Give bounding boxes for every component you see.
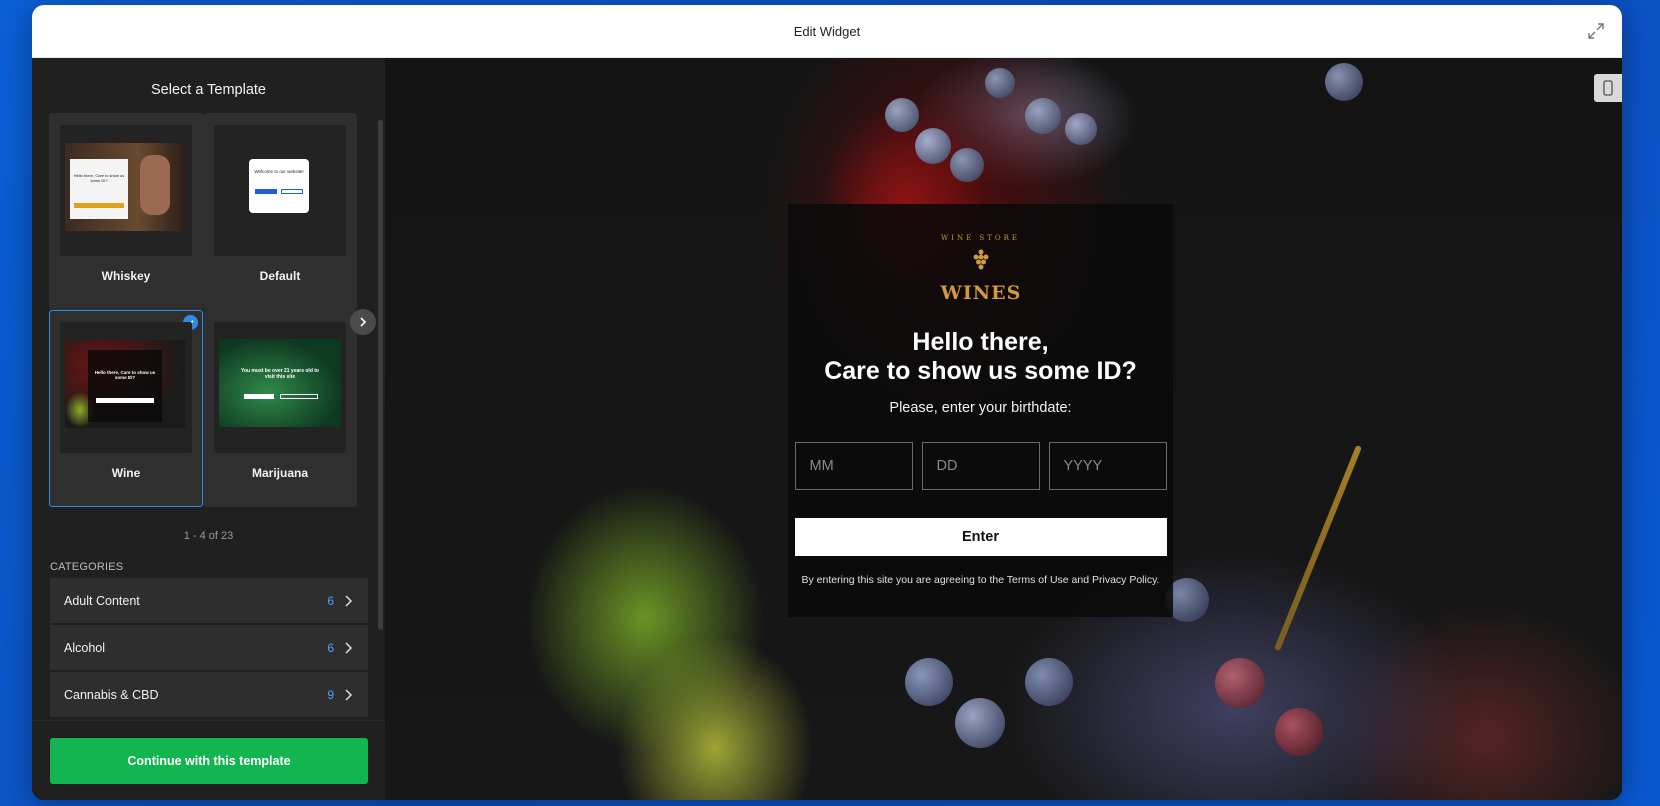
expand-button[interactable] — [1584, 19, 1608, 43]
chevron-right-icon — [345, 688, 353, 701]
chevron-right-icon — [345, 641, 353, 654]
thumb-text: You must be over 21 years old to visit t… — [241, 368, 319, 380]
expand-icon — [1588, 23, 1604, 39]
template-thumbnail: Hello there, Care to show us some ID? — [60, 125, 192, 256]
edit-widget-window: Edit Widget Select a Template Hello ther… — [32, 5, 1622, 800]
grape-cluster-icon — [973, 249, 988, 270]
background-image-grape — [1065, 113, 1097, 145]
pagination-label: 1 - 4 of 23 — [183, 530, 234, 542]
template-card-default[interactable]: Welcome to our website! Default — [203, 113, 357, 310]
sidebar-footer: Continue with this template — [32, 720, 385, 800]
category-label: Adult Content — [64, 593, 140, 608]
birthdate-inputs — [794, 442, 1167, 490]
heading-line-1: Hello there, — [912, 328, 1049, 356]
sidebar-scrollbar[interactable] — [378, 120, 383, 630]
title-bar: Edit Widget — [32, 5, 1622, 58]
template-thumbnail: Welcome to our website! — [214, 125, 346, 256]
modal-heading: Hello there, Care to show us some ID? — [824, 328, 1137, 386]
template-thumbnail: Hello there, Care to show us some ID? — [60, 322, 192, 453]
template-label: Whiskey — [101, 269, 151, 283]
category-count: 9 — [327, 687, 334, 702]
mobile-preview-toggle[interactable] — [1594, 74, 1622, 102]
template-label: Default — [259, 269, 301, 283]
template-thumbnail: You must be over 21 years old to visit t… — [214, 322, 346, 453]
category-cannabis-cbd[interactable]: Cannabis & CBD 9 — [50, 672, 368, 718]
enter-button[interactable]: Enter — [794, 518, 1167, 556]
template-label: Marijuana — [251, 466, 308, 480]
category-count: 6 — [327, 640, 334, 655]
chevron-right-icon — [345, 594, 353, 607]
thumb-text: Hello there, Care to show us some ID? — [94, 370, 156, 380]
mobile-phone-icon — [1603, 80, 1613, 96]
category-label: Cannabis & CBD — [64, 687, 159, 702]
categories-heading: CATEGORIES — [50, 561, 124, 573]
month-input[interactable] — [794, 442, 913, 490]
background-image-grape — [885, 98, 919, 132]
background-image-grape — [1025, 98, 1061, 134]
category-label: Alcohol — [64, 640, 105, 655]
terms-notice: By entering this site you are agreeing t… — [801, 574, 1160, 586]
day-input[interactable] — [921, 442, 1040, 490]
template-label: Wine — [111, 466, 141, 480]
background-image-grape — [985, 68, 1015, 98]
background-image-grape — [905, 658, 953, 706]
template-card-marijuana[interactable]: You must be over 21 years old to visit t… — [203, 310, 357, 507]
birthdate-prompt: Please, enter your birthdate: — [889, 400, 1072, 416]
background-image-grape — [955, 698, 1005, 748]
logo-wordmark: WINES — [940, 282, 1022, 304]
category-count: 6 — [327, 593, 334, 608]
heading-line-2: Care to show us some ID? — [824, 357, 1137, 385]
template-card-wine[interactable]: Hello there, Care to show us some ID? Wi… — [49, 310, 203, 507]
background-image-grape — [1275, 708, 1323, 756]
window-title: Edit Widget — [793, 23, 861, 39]
category-adult-content[interactable]: Adult Content 6 — [50, 578, 368, 624]
sidebar-title: Select a Template — [151, 82, 266, 98]
category-alcohol[interactable]: Alcohol 6 — [50, 625, 368, 671]
year-input[interactable] — [1048, 442, 1167, 490]
age-verification-modal: WINE STORE WINES Hello there, Care to sh… — [788, 204, 1173, 617]
background-image-grape — [915, 128, 951, 164]
background-image-stem — [1274, 444, 1362, 652]
background-image-grape — [1325, 63, 1363, 101]
background-image-grape — [1215, 658, 1265, 708]
template-card-whiskey[interactable]: Hello there, Care to show us some ID? Wh… — [49, 113, 203, 310]
background-image-grape — [1025, 658, 1073, 706]
next-templates-button[interactable] — [350, 309, 376, 335]
thumb-text: Welcome to our website! — [254, 169, 304, 174]
template-sidebar: Select a Template Hello there, Care to s… — [32, 58, 385, 800]
background-image-grape — [950, 148, 984, 182]
chevron-right-icon — [360, 317, 367, 327]
thumb-text: Hello there, Care to show us some ID? — [73, 173, 125, 183]
wine-store-logo: WINE STORE WINES — [941, 234, 1021, 306]
continue-with-template-button[interactable]: Continue with this template — [50, 738, 368, 784]
widget-preview: WINE STORE WINES Hello there, Care to sh… — [385, 58, 1622, 800]
